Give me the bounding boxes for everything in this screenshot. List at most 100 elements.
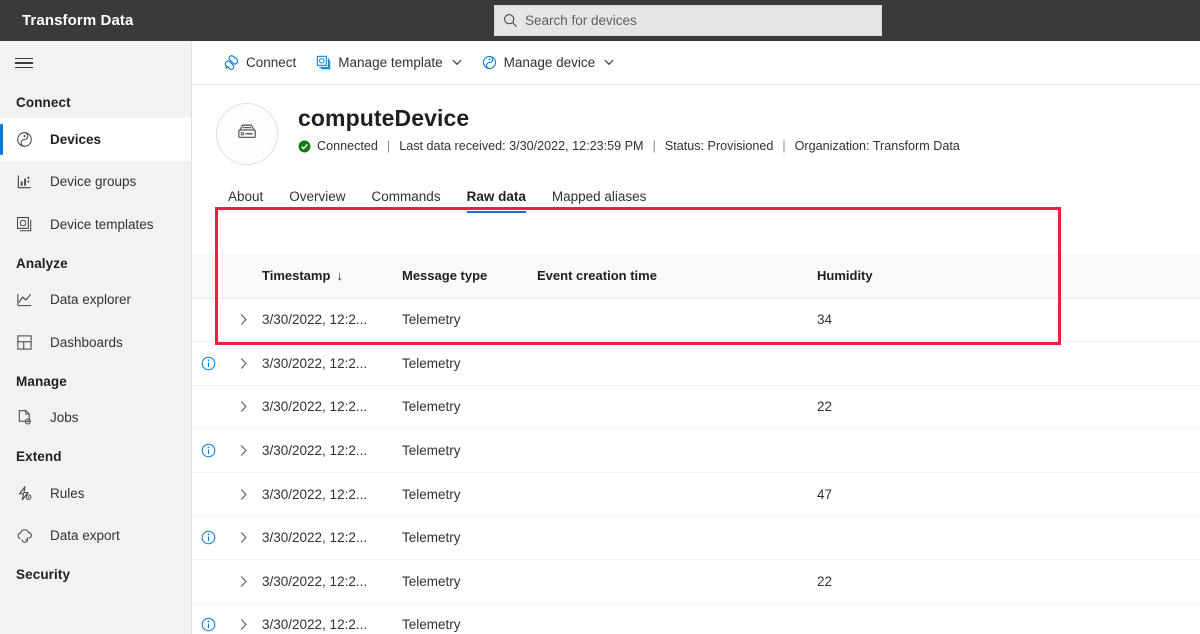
sidebar-section-analyze: Analyze [16,255,68,271]
table-row[interactable]: 3/30/2022, 12:2... Telemetry [192,603,1200,634]
sidebar-item-rules[interactable]: Rules [0,472,191,515]
sidebar-item-devices[interactable]: Devices [0,118,191,161]
rules-icon [16,485,50,502]
sidebar-item-label: Device groups [50,174,137,190]
cell-event-creation-time [537,341,817,386]
row-expand-cell[interactable] [224,472,262,517]
row-expand-cell[interactable] [224,298,262,343]
cell-humidity: 22 [817,385,1017,430]
sidebar-item-dashboards[interactable]: Dashboards [0,321,191,364]
table-row[interactable]: 3/30/2022, 12:2... Telemetry 22 [192,385,1200,430]
cell-timestamp: 3/30/2022, 12:2... [262,603,402,634]
sidebar-item-data-export[interactable]: Data export [0,515,191,558]
table-row[interactable]: 3/30/2022, 12:2... Telemetry 47 [192,472,1200,517]
cell-message-type: Telemetry [402,472,537,517]
row-expand-cell[interactable] [224,559,262,604]
device-header: computeDevice Connected | Last data rece… [192,85,1200,165]
row-info-cell[interactable] [192,603,224,634]
tab-overview[interactable]: Overview [277,189,357,213]
cell-timestamp: 3/30/2022, 12:2... [262,341,402,386]
chevron-right-icon[interactable] [224,444,262,457]
table-row[interactable]: 3/30/2022, 12:2... Telemetry 22 [192,559,1200,604]
manage-template-button[interactable]: Manage template [308,47,469,79]
search-input[interactable] [525,7,865,34]
cell-event-creation-time [537,428,817,473]
row-expand-cell[interactable] [224,603,262,634]
sidebar-item-data-explorer[interactable]: Data explorer [0,279,191,322]
cell-event-creation-time [537,515,817,561]
chevron-right-icon[interactable] [224,400,262,413]
row-info-cell [192,385,224,430]
tab-about[interactable]: About [216,189,275,213]
row-expand-cell[interactable] [224,428,262,473]
raw-data-table-container[interactable]: Timestamp ↓ Message type Event creation t… [192,254,1200,634]
column-header-humidity[interactable]: Humidity [817,254,1017,299]
tab-bar: About Overview Commands Raw data Mapped … [192,179,1200,214]
chevron-right-icon[interactable] [224,357,262,370]
tab-mapped-aliases[interactable]: Mapped aliases [540,189,659,213]
separator-2: | [652,139,656,153]
row-info-cell[interactable] [192,515,224,561]
row-expand-cell[interactable] [224,385,262,430]
manage-device-button[interactable]: Manage device [474,47,623,79]
chevron-right-icon[interactable] [224,531,262,544]
data-explorer-icon [16,291,50,308]
table-header-row: Timestamp ↓ Message type Event creation t… [192,254,1200,299]
app-brand-title: Transform Data [22,12,134,29]
plug-icon [224,55,239,70]
sidebar-item-device-groups[interactable]: Device groups [0,161,191,204]
info-circle-icon[interactable] [192,356,224,371]
cell-message-type: Telemetry [402,603,537,634]
sidebar-item-jobs[interactable]: Jobs [0,397,191,440]
sort-descending-icon: ↓ [336,268,343,284]
cell-event-creation-time [537,385,817,430]
device-templates-icon [16,216,50,233]
row-info-cell[interactable] [192,341,224,386]
cell-event-creation-time [537,472,817,517]
command-label: Connect [246,55,297,70]
column-header-event-creation-time[interactable]: Event creation time [537,254,817,299]
dashboards-icon [16,334,50,351]
tab-raw-data[interactable]: Raw data [455,189,538,214]
chevron-right-icon[interactable] [224,575,262,588]
chevron-right-icon[interactable] [224,313,262,326]
info-circle-icon[interactable] [192,617,224,632]
cell-timestamp: 3/30/2022, 12:2... [262,385,402,430]
column-header-timestamp[interactable]: Timestamp ↓ [262,254,402,299]
sidebar-item-label: Jobs [50,410,79,426]
info-circle-icon[interactable] [192,443,224,458]
header-info-spacer [192,254,224,299]
cell-humidity: 34 [817,298,1017,343]
chevron-right-icon[interactable] [224,488,262,501]
chevron-right-icon[interactable] [224,618,262,631]
tab-commands[interactable]: Commands [360,189,453,213]
row-expand-cell[interactable] [224,341,262,386]
table-row[interactable]: 3/30/2022, 12:2... Telemetry [192,341,1200,386]
row-info-cell[interactable] [192,428,224,473]
table-row[interactable]: 3/30/2022, 12:2... Telemetry 34 [192,298,1200,343]
jobs-icon [16,409,50,426]
cell-event-creation-time [537,559,817,604]
sidebar-item-label: Dashboards [50,334,123,350]
command-bar: Connect Manage template Manage device [192,41,1200,85]
cell-message-type: Telemetry [402,559,537,604]
connect-button[interactable]: Connect [216,47,304,79]
cell-humidity [817,515,1017,561]
data-export-icon [16,527,50,544]
sidebar-item-label: Data explorer [50,292,132,308]
device-status-line: Connected | Last data received: 3/30/202… [298,139,960,153]
table-row[interactable]: 3/30/2022, 12:2... Telemetry [192,428,1200,473]
table-row[interactable]: 3/30/2022, 12:2... Telemetry [192,515,1200,561]
device-avatar [216,103,278,165]
cell-trailing [1017,603,1200,634]
server-device-icon [233,118,261,151]
hamburger-icon[interactable] [0,41,48,85]
row-expand-cell[interactable] [224,515,262,561]
page-title: computeDevice [298,105,470,131]
cell-timestamp: 3/30/2022, 12:2... [262,298,402,343]
column-header-message-type[interactable]: Message type [402,254,537,299]
search-box[interactable] [494,5,882,36]
sidebar-item-device-templates[interactable]: Device templates [0,203,191,246]
info-circle-icon[interactable] [192,530,224,545]
sidebar-item-label: Data export [50,528,120,544]
